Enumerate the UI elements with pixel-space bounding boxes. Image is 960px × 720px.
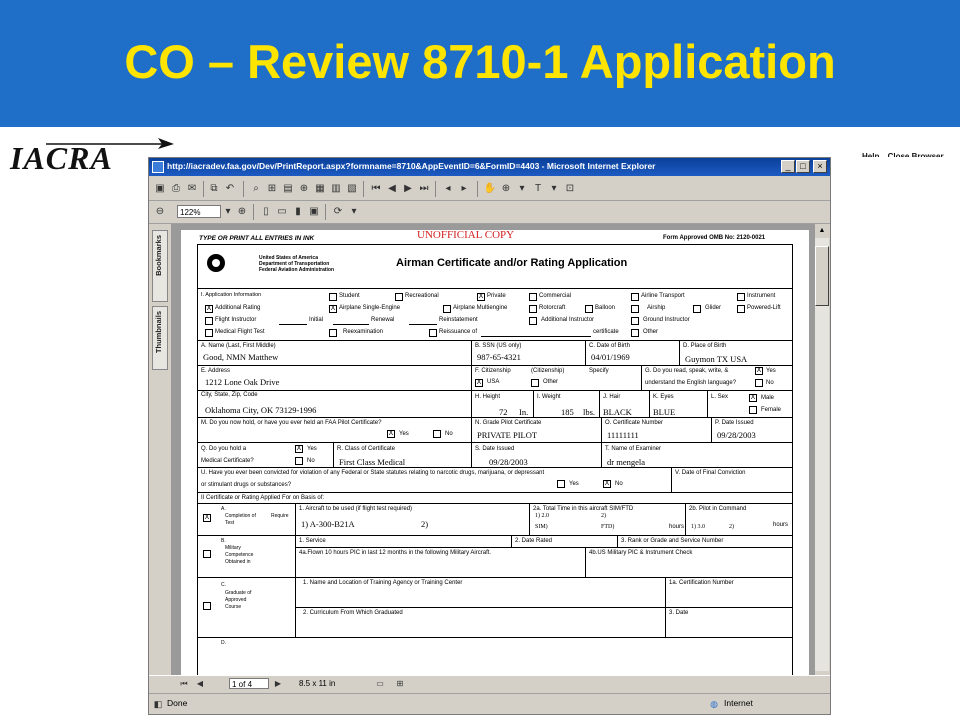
fit-width-icon[interactable]: ▮: [291, 205, 305, 219]
previous-page-icon[interactable]: ◀: [385, 182, 399, 196]
page-size: 8.5 x 11 in: [299, 679, 336, 688]
find-icon[interactable]: ⌕: [249, 182, 263, 196]
grade-value: PRIVATE PILOT: [477, 430, 538, 440]
form-title: Airman Certificate and/or Rating Applica…: [396, 257, 628, 269]
print-icon[interactable]: ⎙: [169, 182, 183, 196]
ie-icon: [152, 161, 164, 173]
page-indicator[interactable]: 1 of 4: [229, 678, 269, 689]
page-icon: ◧: [153, 699, 163, 709]
fit-icon[interactable]: ▥: [329, 182, 343, 196]
fit-visible-icon[interactable]: ▣: [307, 205, 321, 219]
rotate-icon[interactable]: ⟳: [331, 205, 345, 219]
close-button[interactable]: ×: [813, 160, 827, 173]
chevron-down-icon[interactable]: ▾: [515, 182, 529, 196]
maximize-button[interactable]: □: [796, 160, 810, 173]
slide-title: CO – Review 8710-1 Application: [124, 35, 836, 88]
name-value: Good, NMN Matthew: [203, 352, 279, 362]
chevron-down-icon[interactable]: ▾: [347, 205, 361, 219]
omb-number: Form Approved OMB No: 2120-0021: [663, 235, 766, 241]
scroll-thumb[interactable]: [815, 246, 829, 306]
security-zone: Internet: [724, 698, 753, 708]
bookmarks-tab[interactable]: Bookmarks: [152, 230, 168, 302]
date-issued-value: 09/28/2003: [717, 430, 756, 440]
window-titlebar: http://iacradev.faa.gov/Dev/PrintReport.…: [149, 158, 830, 176]
examiner-value: dr mengela: [607, 457, 645, 467]
scroll-up-icon[interactable]: ▲: [815, 224, 829, 238]
last-page-icon[interactable]: ⏭: [417, 182, 431, 196]
acrobat-toolbar: ▣ ⎙ ✉ ⧉ ↶ ⌕ ⊞ ▤ ⊕ ▦ ▥ ▧ ⏮ ◀ ▶ ⏭ ◂ ▸ ✋ ⊕ …: [149, 178, 830, 220]
zoom-toolbar: ⊖ 122% ▾ ⊕ ▯ ▭ ▮ ▣ ⟳ ▾: [149, 201, 830, 224]
airplane-arrow-icon: [46, 138, 174, 149]
side-tabs: Bookmarks Thumbnails: [149, 224, 171, 684]
zoom-icon[interactable]: ⊕: [297, 182, 311, 196]
single-page-icon[interactable]: ▭: [373, 677, 387, 691]
watermark: UNOFFICIAL COPY: [417, 230, 515, 241]
status-bar: ◧ Done ◍ Internet: [149, 693, 830, 714]
fit-page-icon[interactable]: ▭: [275, 205, 289, 219]
city-value: Oklahoma City, OK 73129-1996: [205, 405, 317, 415]
view-icon[interactable]: ▧: [345, 182, 359, 196]
email-icon[interactable]: ✉: [185, 182, 199, 196]
next-page-icon[interactable]: ▶: [271, 677, 285, 691]
zoom-in-icon[interactable]: ⊕: [499, 182, 513, 196]
thumbnails-tab[interactable]: Thumbnails: [152, 306, 168, 370]
undo-icon[interactable]: ↶: [223, 182, 237, 196]
right-blank: [831, 157, 960, 720]
med-date-value: 09/28/2003: [489, 457, 528, 467]
thumbnail-icon[interactable]: ▤: [281, 182, 295, 196]
aircraft-value: 1) A-300-B21A: [301, 519, 355, 529]
actual-size-icon[interactable]: ▯: [259, 205, 273, 219]
forward-icon[interactable]: ▸: [457, 182, 471, 196]
first-page-icon[interactable]: ⏮: [369, 182, 383, 196]
form-instruction: TYPE OR PRINT ALL ENTRIES IN INK: [199, 235, 315, 242]
cert-number-value: 11111111: [607, 430, 639, 440]
previous-page-icon[interactable]: ◀: [193, 677, 207, 691]
dob-value: 04/01/1969: [591, 352, 630, 362]
select-text-icon[interactable]: ⊞: [265, 182, 279, 196]
status-text: Done: [167, 698, 188, 708]
zoom-field[interactable]: 122%: [177, 205, 221, 218]
minimize-button[interactable]: _: [781, 160, 795, 173]
window-title: http://iacradev.faa.gov/Dev/PrintReport.…: [167, 161, 656, 171]
chevron-down-icon[interactable]: ▾: [547, 182, 561, 196]
zoom-out-icon[interactable]: ⊖: [153, 205, 167, 219]
snapshot-icon[interactable]: ⊡: [563, 182, 577, 196]
document-area: TYPE OR PRINT ALL ENTRIES IN INK UNOFFIC…: [171, 224, 829, 685]
back-icon[interactable]: ◂: [441, 182, 455, 196]
class-value: First Class Medical: [339, 457, 406, 467]
pob-value: Guymon TX USA: [685, 354, 748, 364]
page-navigation-bar: ⏮ ◀ 1 of 4 ▶ 8.5 x 11 in ▭ ⊞: [149, 675, 830, 692]
globe-icon: ◍: [710, 699, 718, 709]
save-icon[interactable]: ▣: [153, 182, 167, 196]
chevron-down-icon[interactable]: ▾: [221, 205, 235, 219]
page-icon[interactable]: ▦: [313, 182, 327, 196]
copy-icon[interactable]: ⧉: [207, 182, 221, 196]
zoom-in-icon[interactable]: ⊕: [235, 205, 249, 219]
ssn-value: 987-65-4321: [477, 352, 521, 362]
vertical-scrollbar[interactable]: ▲ ▼: [815, 224, 829, 685]
first-page-icon[interactable]: ⏮: [177, 677, 191, 691]
hand-tool-icon[interactable]: ✋: [483, 182, 497, 196]
text-select-icon[interactable]: T: [531, 182, 545, 196]
ie-window: http://iacradev.faa.gov/Dev/PrintReport.…: [148, 157, 831, 715]
continuous-icon[interactable]: ⊞: [393, 677, 407, 691]
address-value: 1212 Lone Oak Drive: [205, 377, 280, 387]
next-page-icon[interactable]: ▶: [401, 182, 415, 196]
form-page: TYPE OR PRINT ALL ENTRIES IN INK UNOFFIC…: [181, 230, 809, 685]
